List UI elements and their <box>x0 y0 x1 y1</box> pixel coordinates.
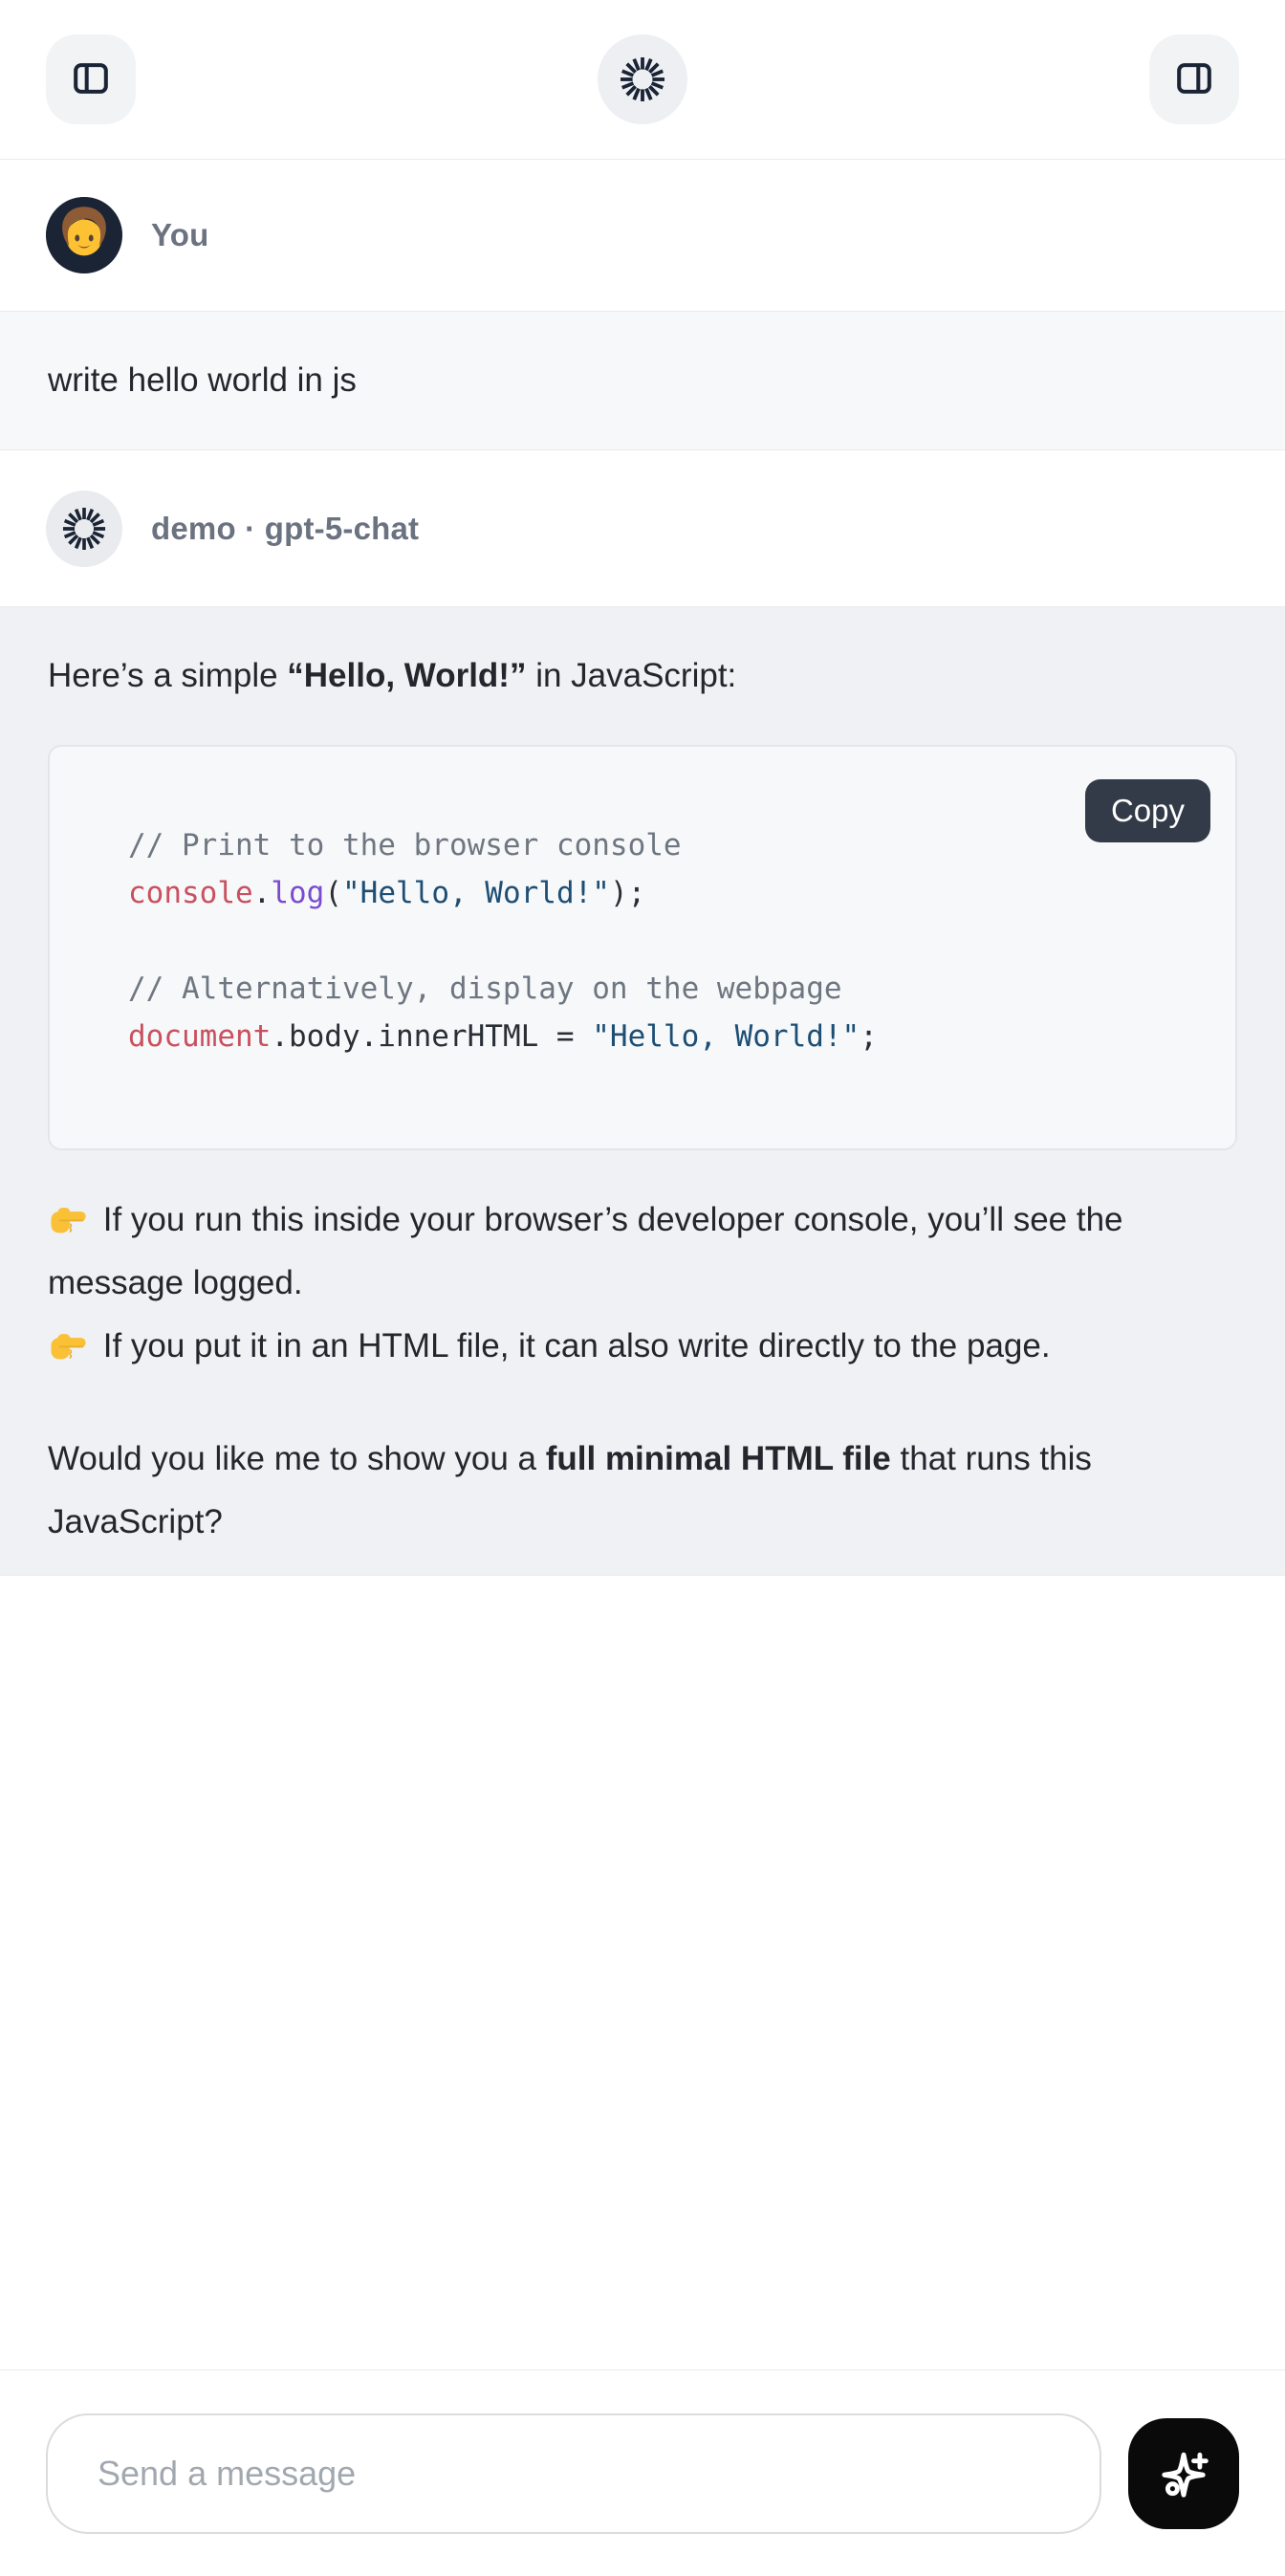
send-button[interactable] <box>1128 2418 1239 2529</box>
assistant-message-header: demo · gpt-5-chat <box>0 450 1285 606</box>
model-home-button[interactable] <box>598 34 687 124</box>
panel-left-icon <box>69 56 113 103</box>
code-block: Copy // Print to the browser consolecons… <box>48 745 1237 1150</box>
assistant-tips: If you run this inside your browser’s de… <box>48 1189 1237 1378</box>
person-emoji-avatar-icon <box>46 197 122 273</box>
pointing-right-icon <box>48 1323 88 1364</box>
sparkles-icon <box>1156 2444 1211 2502</box>
starburst-avatar-icon <box>62 507 106 551</box>
user-name-label: You <box>151 217 208 253</box>
code-content: // Print to the browser consoleconsole.l… <box>128 821 1197 1060</box>
panel-toggle-button[interactable] <box>1149 34 1239 124</box>
message-input[interactable] <box>46 2413 1101 2534</box>
user-message: write hello world in js <box>0 311 1285 450</box>
panel-right-icon <box>1172 56 1216 103</box>
user-message-header: You <box>0 160 1285 311</box>
pointing-right-icon <box>48 1197 88 1237</box>
chat-scroll-area[interactable]: You write hello world in js demo · gpt-5… <box>0 160 1285 2369</box>
starburst-icon <box>620 56 665 102</box>
assistant-message: Here’s a simple “Hello, World!” in JavaS… <box>0 606 1285 1576</box>
composer-bar <box>0 2369 1285 2576</box>
top-bar <box>0 0 1285 160</box>
assistant-intro: Here’s a simple “Hello, World!” in JavaS… <box>48 651 1237 701</box>
assistant-name-label: demo · gpt-5-chat <box>151 511 419 547</box>
assistant-avatar <box>46 491 122 567</box>
copy-code-button[interactable]: Copy <box>1085 779 1210 842</box>
user-avatar <box>46 197 122 273</box>
user-message-text: write hello world in js <box>48 361 357 400</box>
sidebar-toggle-button[interactable] <box>46 34 136 124</box>
assistant-followup: Would you like me to show you a full min… <box>48 1428 1237 1554</box>
